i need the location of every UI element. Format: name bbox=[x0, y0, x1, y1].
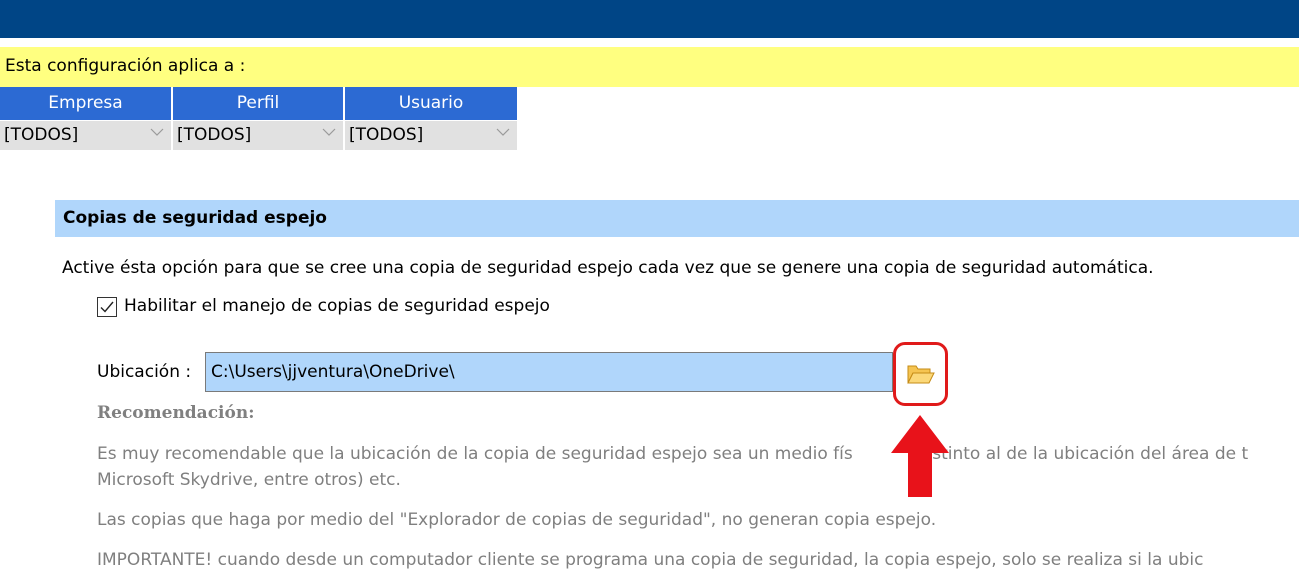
location-label: Ubicación : bbox=[97, 362, 192, 382]
perfil-select[interactable]: [TODOS] bbox=[173, 120, 343, 150]
recommendation-text-line-2: Microsoft Skydrive, entre otros) etc. bbox=[97, 470, 401, 490]
checkbox-box[interactable] bbox=[97, 297, 117, 317]
important-note: IMPORTANTE! cuando desde un computador c… bbox=[97, 550, 1204, 570]
applies-to-bar: Esta configuración aplica a : bbox=[0, 47, 1299, 87]
arrow-up-icon bbox=[891, 415, 949, 497]
scope-header-perfil: Perfil bbox=[173, 87, 343, 120]
applies-to-label: Esta configuración aplica a : bbox=[5, 56, 246, 76]
usuario-select[interactable]: [TODOS] bbox=[345, 120, 517, 150]
empresa-select-value: [TODOS] bbox=[4, 125, 79, 145]
recommendation-text-line-1: Es muy recomendable que la ubicación de … bbox=[97, 444, 1248, 464]
scope-header-empresa: Empresa bbox=[0, 87, 171, 120]
usuario-select-value: [TODOS] bbox=[349, 125, 424, 145]
enable-mirror-backup-label: Habilitar el manejo de copias de segurid… bbox=[124, 296, 550, 316]
empresa-select[interactable]: [TODOS] bbox=[0, 120, 171, 150]
recommendation-text-line-1a: Es muy recomendable que la ubicación de … bbox=[97, 444, 853, 464]
recommendation-title: Recomendación: bbox=[97, 403, 255, 423]
location-input[interactable]: C:\Users\jjventura\OneDrive\ bbox=[205, 352, 893, 392]
checkmark-icon bbox=[100, 301, 114, 313]
browse-folder-button[interactable] bbox=[893, 342, 948, 406]
section-title: Copias de seguridad espejo bbox=[63, 208, 327, 228]
scope-header-usuario: Usuario bbox=[345, 87, 517, 120]
section-description: Active ésta opción para que se cree una … bbox=[62, 258, 1154, 278]
chevron-down-icon bbox=[150, 128, 164, 136]
title-bar bbox=[0, 0, 1299, 38]
mirror-note: Las copias que haga por medio del "Explo… bbox=[97, 510, 937, 530]
folder-open-icon bbox=[907, 365, 935, 384]
chevron-down-icon bbox=[496, 128, 510, 136]
perfil-select-value: [TODOS] bbox=[177, 125, 252, 145]
chevron-down-icon bbox=[322, 128, 336, 136]
recommendation-text-line-1b: distinto al de la ubicación del área de … bbox=[916, 444, 1249, 464]
section-header: Copias de seguridad espejo bbox=[55, 200, 1299, 237]
